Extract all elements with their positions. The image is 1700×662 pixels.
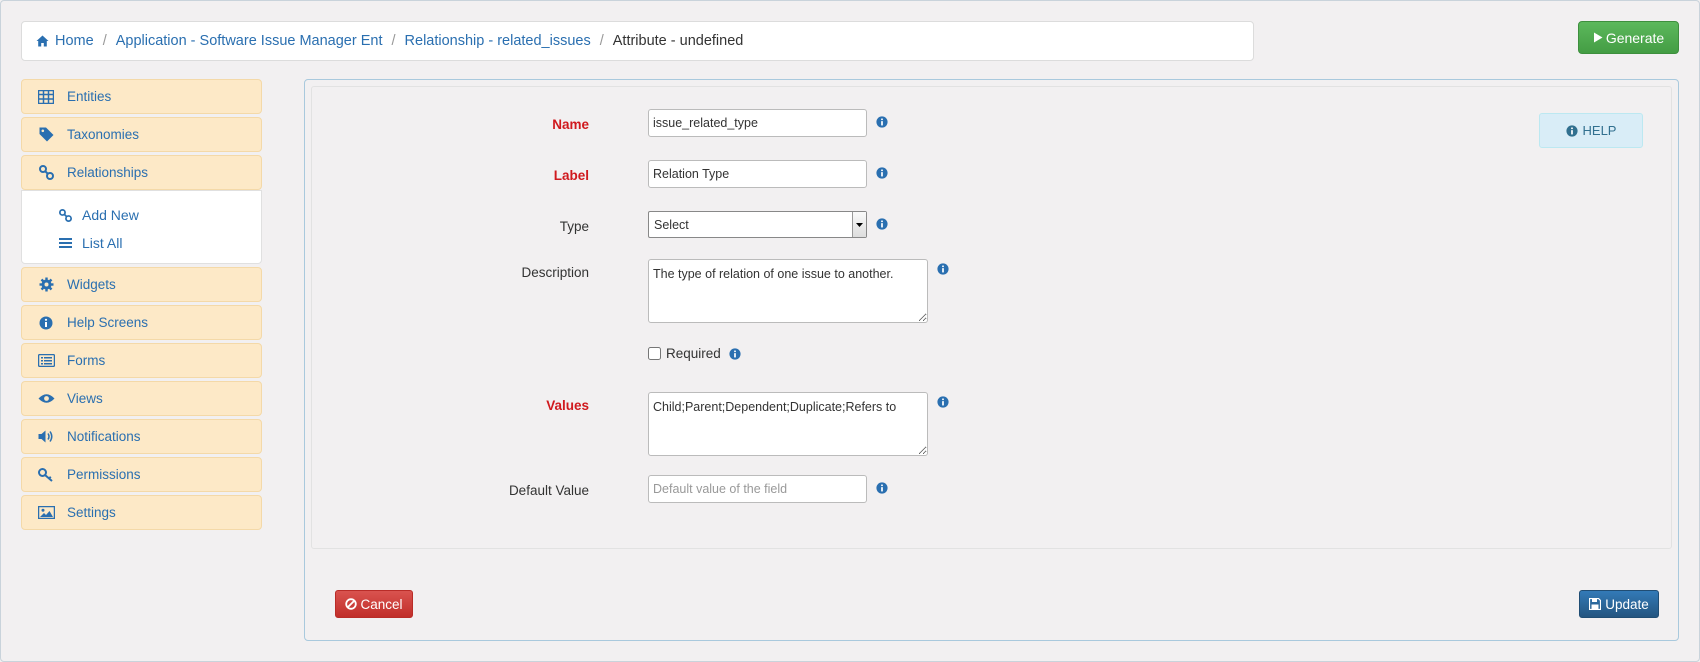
help-label: HELP — [1582, 123, 1617, 138]
sidebar-item-label: Views — [67, 391, 103, 406]
values-textarea[interactable]: Child;Parent;Dependent;Duplicate;Refers … — [648, 392, 928, 456]
label-input[interactable] — [648, 160, 867, 188]
info-icon[interactable] — [876, 481, 888, 494]
sidebar-item-label: Settings — [67, 505, 116, 520]
sidebar-item-label: Notifications — [67, 429, 141, 444]
link-icon — [37, 165, 55, 181]
description-textarea[interactable]: The type of relation of one issue to ano… — [648, 259, 928, 323]
sidebar-item-forms[interactable]: Forms — [21, 343, 262, 378]
sidebar-item-notifications[interactable]: Notifications — [21, 419, 262, 454]
breadcrumb-separator: / — [599, 33, 604, 49]
required-checkbox[interactable] — [648, 347, 661, 360]
info-icon — [37, 315, 55, 331]
breadcrumb-current: Attribute - undefined — [612, 33, 744, 49]
cancel-button[interactable]: Cancel — [335, 590, 413, 618]
values-label: Values — [546, 398, 589, 413]
name-input[interactable] — [648, 109, 867, 137]
submenu-item-list-all[interactable]: List All — [22, 229, 261, 257]
sidebar-item-widgets[interactable]: Widgets — [21, 267, 262, 302]
form-panel: Name Label Type Select — [311, 86, 1672, 549]
sidebar-item-label: Entities — [67, 89, 112, 104]
info-icon[interactable] — [937, 262, 949, 275]
breadcrumb-separator: / — [102, 33, 107, 49]
eye-icon — [37, 391, 55, 407]
sidebar-item-relationships[interactable]: Relationships — [21, 155, 262, 190]
relationships-submenu: Add New List All — [21, 190, 262, 264]
table-icon — [37, 89, 55, 105]
play-icon — [1593, 30, 1603, 46]
sidebar-item-label: Relationships — [67, 165, 149, 180]
default-value-input[interactable] — [648, 475, 867, 503]
help-button[interactable]: HELP — [1539, 113, 1643, 148]
ban-icon — [345, 598, 358, 610]
info-icon — [1565, 124, 1578, 137]
type-label: Type — [559, 219, 589, 234]
image-icon — [37, 505, 55, 521]
name-label: Name — [552, 117, 589, 132]
sidebar-item-label: Forms — [67, 353, 106, 368]
home-icon — [36, 35, 49, 47]
link-icon — [58, 208, 72, 222]
breadcrumb: Home / Application - Software Issue Mana… — [21, 21, 1254, 61]
sidebar-item-permissions[interactable]: Permissions — [21, 457, 262, 492]
info-icon[interactable] — [876, 166, 888, 179]
generate-label: Generate — [1605, 29, 1665, 46]
label-label: Label — [553, 168, 589, 183]
required-label: Required — [666, 346, 721, 361]
default-value-label: Default Value — [508, 483, 589, 498]
cancel-label: Cancel — [360, 596, 403, 612]
sidebar-item-label: Widgets — [67, 277, 116, 292]
type-select[interactable]: Select — [648, 211, 867, 238]
sidebar: Entities Taxonomies Relationships Add Ne… — [21, 79, 262, 533]
sidebar-item-label: Taxonomies — [67, 127, 140, 142]
generate-button[interactable]: Generate — [1578, 21, 1679, 54]
sidebar-item-views[interactable]: Views — [21, 381, 262, 416]
info-icon[interactable] — [729, 347, 741, 360]
key-icon — [37, 467, 55, 483]
description-label: Description — [521, 265, 589, 280]
gear-icon — [37, 277, 55, 293]
volume-icon — [37, 429, 55, 445]
breadcrumb-relationship-link[interactable]: Relationship - related_issues — [405, 33, 591, 49]
type-select-value: Select — [654, 217, 689, 232]
breadcrumb-separator: / — [391, 33, 396, 49]
breadcrumb-application-link[interactable]: Application - Software Issue Manager Ent — [116, 33, 383, 49]
info-icon[interactable] — [937, 395, 949, 408]
caret-down-icon — [852, 212, 866, 237]
submenu-item-add-new[interactable]: Add New — [22, 201, 261, 229]
info-icon[interactable] — [876, 115, 888, 128]
required-checkbox-label[interactable]: Required — [648, 346, 741, 361]
main-panel: Name Label Type Select — [304, 79, 1679, 641]
sidebar-item-label: Permissions — [67, 467, 141, 482]
list-alt-icon — [37, 353, 55, 369]
list-icon — [58, 236, 72, 250]
sidebar-item-help-screens[interactable]: Help Screens — [21, 305, 262, 340]
tag-icon — [37, 127, 55, 143]
breadcrumb-home-link[interactable]: Home — [55, 33, 94, 49]
sidebar-item-taxonomies[interactable]: Taxonomies — [21, 117, 262, 152]
submenu-item-label: List All — [82, 235, 123, 251]
sidebar-item-settings[interactable]: Settings — [21, 495, 262, 530]
sidebar-item-entities[interactable]: Entities — [21, 79, 262, 114]
update-button[interactable]: Update — [1579, 590, 1659, 618]
sidebar-item-label: Help Screens — [67, 315, 149, 330]
info-icon[interactable] — [876, 217, 888, 230]
submenu-item-label: Add New — [82, 207, 139, 223]
floppy-disk-icon — [1589, 598, 1602, 610]
update-label: Update — [1605, 596, 1649, 612]
